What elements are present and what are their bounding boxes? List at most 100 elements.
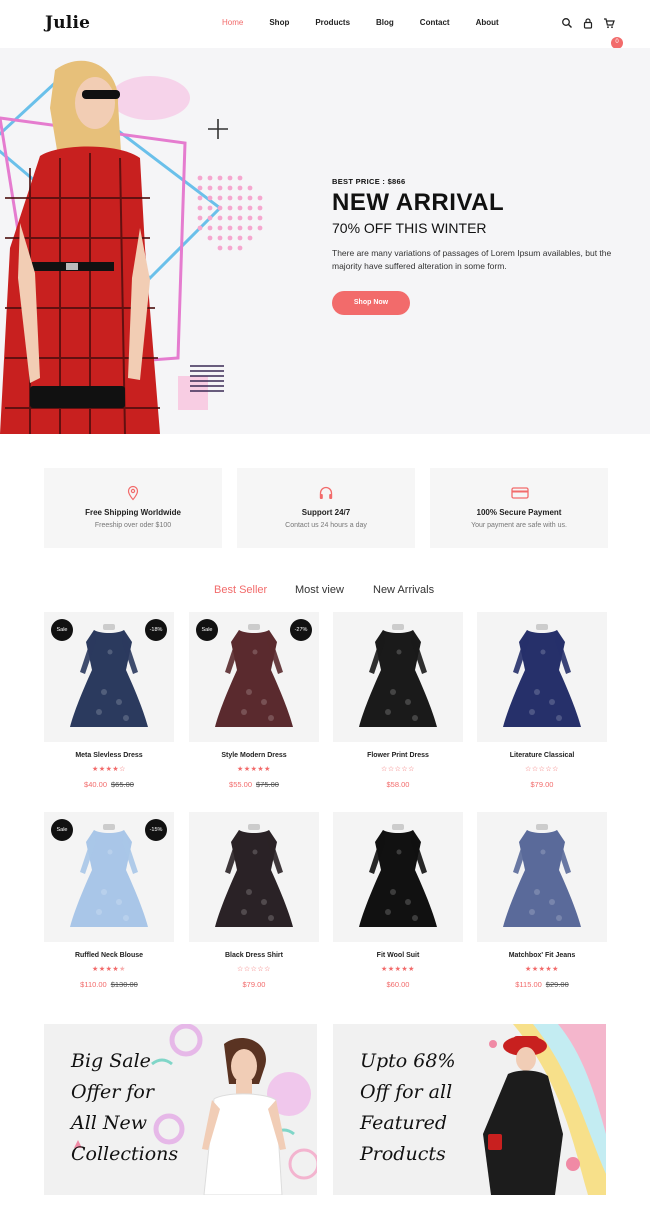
tab-most-view[interactable]: Most view xyxy=(295,584,344,596)
nav-home[interactable]: Home xyxy=(222,18,243,27)
product-card[interactable]: Literature Classical ☆☆☆☆☆ $79.00 xyxy=(477,612,607,798)
current-price: $79.00 xyxy=(242,980,266,989)
product-price: $79.00 xyxy=(477,780,607,789)
product-image[interactable] xyxy=(477,612,607,742)
product-card[interactable]: Sale -15% Ruffled Neck Blouse ★★★★★ $110.00 $… xyxy=(44,812,174,998)
star-icon: ☆ xyxy=(381,766,388,773)
current-price: $58.00 xyxy=(386,780,410,789)
current-price: $60.00 xyxy=(386,980,410,989)
star-icon: ☆ xyxy=(387,766,395,773)
feature-title: Support 24/7 xyxy=(301,508,351,517)
sale-badge: Sale xyxy=(51,619,73,641)
product-name[interactable]: Style Modern Dress xyxy=(189,752,319,759)
product-name[interactable]: Literature Classical xyxy=(477,752,607,759)
product-price: $60.00 xyxy=(333,980,463,989)
rating-stars: ★★★★☆ xyxy=(44,765,174,773)
nav-products[interactable]: Products xyxy=(315,18,350,27)
hero-content: BEST PRICE : $866 NEW ARRIVAL 70% OFF TH… xyxy=(332,177,622,315)
feature-title: Free Shipping Worldwide xyxy=(85,508,181,517)
product-name[interactable]: Matchbox' Fit Jeans xyxy=(477,952,607,959)
star-icon: ★ xyxy=(408,966,415,973)
current-price: $110.00 xyxy=(80,980,107,989)
rating-stars: ☆☆☆☆☆ xyxy=(189,965,319,973)
star-icon: ☆ xyxy=(408,766,415,773)
product-name[interactable]: Meta Slevless Dress xyxy=(44,752,174,759)
product-image[interactable]: Sale -15% xyxy=(44,812,174,942)
banner-line: Off for all xyxy=(360,1081,453,1103)
star-icon: ☆ xyxy=(243,966,251,973)
banner-line: Offer for xyxy=(71,1081,154,1103)
product-image[interactable] xyxy=(189,812,319,942)
nav-contact[interactable]: Contact xyxy=(420,18,450,27)
nav-shop[interactable]: Shop xyxy=(269,18,289,27)
current-price: $79.00 xyxy=(530,780,554,789)
old-price: $65.00 xyxy=(111,780,134,789)
feature-subtitle: Contact us 24 hours a day xyxy=(285,522,367,529)
old-price: $29.00 xyxy=(545,980,569,989)
feature-support: Support 24/7 Contact us 24 hours a day xyxy=(237,468,415,548)
rating-stars: ★★★★★ xyxy=(333,965,463,973)
product-image[interactable] xyxy=(333,812,463,942)
hero-best-price: BEST PRICE : $866 xyxy=(332,177,406,186)
product-name[interactable]: Black Dress Shirt xyxy=(189,952,319,959)
product-card[interactable]: Flower Print Dress ☆☆☆☆☆ $58.00 xyxy=(333,612,463,798)
promo-banner-upto-68[interactable]: Upto 68% Off for all Featured Products xyxy=(333,1024,606,1195)
banner-text: Big Sale Offer for All New Collections xyxy=(71,1046,211,1170)
main-nav: Home Shop Products Blog Contact About xyxy=(222,18,525,27)
discount-badge: -15% xyxy=(145,819,167,841)
search-icon[interactable] xyxy=(561,16,573,28)
old-price: $75.00 xyxy=(256,780,279,789)
star-icon: ★ xyxy=(243,766,251,773)
product-card[interactable]: Sale -27% Style Modern Dress ★★★★★ $55.00 $75… xyxy=(189,612,319,798)
sale-badge: Sale xyxy=(51,819,73,841)
feature-subtitle: Freeship over oder $100 xyxy=(94,522,172,529)
nav-about[interactable]: About xyxy=(476,18,499,27)
product-name[interactable]: Ruffled Neck Blouse xyxy=(44,952,174,959)
promo-banner-big-sale[interactable]: Big Sale Offer for All New Collections xyxy=(44,1024,317,1195)
hero-banner: BEST PRICE : $866 NEW ARRIVAL 70% OFF TH… xyxy=(0,48,650,434)
product-name[interactable]: Flower Print Dress xyxy=(333,752,463,759)
old-price: $130.00 xyxy=(110,980,138,989)
tab-best-seller[interactable]: Best Seller xyxy=(214,584,267,596)
banner-line: Upto 68% xyxy=(360,1050,456,1072)
product-image[interactable] xyxy=(333,612,463,742)
product-price: $58.00 xyxy=(333,780,463,789)
nav-blog[interactable]: Blog xyxy=(376,18,394,27)
product-card[interactable]: Sale -18% Meta Slevless Dress ★★★★☆ $40.00 $6… xyxy=(44,612,174,798)
site-logo[interactable]: Julie xyxy=(45,13,90,33)
feature-title: 100% Secure Payment xyxy=(476,508,562,517)
product-image[interactable]: Sale -27% xyxy=(189,612,319,742)
banner-line: All New xyxy=(71,1112,148,1134)
cart-icon[interactable]: 0 xyxy=(603,16,623,49)
rating-stars: ★★★★★ xyxy=(189,765,319,773)
banner-text: Upto 68% Off for all Featured Products xyxy=(360,1046,500,1170)
product-card[interactable]: Black Dress Shirt ☆☆☆☆☆ $79.00 xyxy=(189,812,319,998)
current-price: $40.00 xyxy=(84,780,107,789)
lock-icon[interactable] xyxy=(582,16,594,29)
location-pin-icon xyxy=(127,485,139,501)
hero-subtitle: 70% OFF THIS WINTER xyxy=(332,220,487,236)
discount-badge: -18% xyxy=(145,619,167,641)
discount-badge: -27% xyxy=(290,619,312,641)
product-image[interactable] xyxy=(477,812,607,942)
product-price: $55.00 $75.00 xyxy=(189,780,319,789)
header-icons: 0 xyxy=(561,16,623,49)
star-icon: ★ xyxy=(387,966,395,973)
star-icon: ★ xyxy=(92,766,99,773)
banner-line: Big Sale xyxy=(71,1050,151,1072)
star-icon: ★ xyxy=(552,966,559,973)
star-icon: ★ xyxy=(264,766,271,773)
product-card[interactable]: Matchbox' Fit Jeans ★★★★★ $115.00 $29.00 xyxy=(477,812,607,998)
product-name[interactable]: Fit Wool Suit xyxy=(333,952,463,959)
star-icon: ★ xyxy=(525,966,532,973)
credit-card-icon xyxy=(511,487,529,499)
shop-now-button[interactable]: Shop Now xyxy=(332,291,410,315)
star-icon: ☆ xyxy=(237,966,244,973)
current-price: $115.00 xyxy=(515,980,542,989)
product-card[interactable]: Fit Wool Suit ★★★★★ $60.00 xyxy=(333,812,463,998)
star-icon: ★ xyxy=(237,766,244,773)
rating-stars: ★★★★★ xyxy=(477,965,607,973)
headphones-icon xyxy=(319,486,333,499)
product-image[interactable]: Sale -18% xyxy=(44,612,174,742)
tab-new-arrivals[interactable]: New Arrivals xyxy=(373,584,434,596)
